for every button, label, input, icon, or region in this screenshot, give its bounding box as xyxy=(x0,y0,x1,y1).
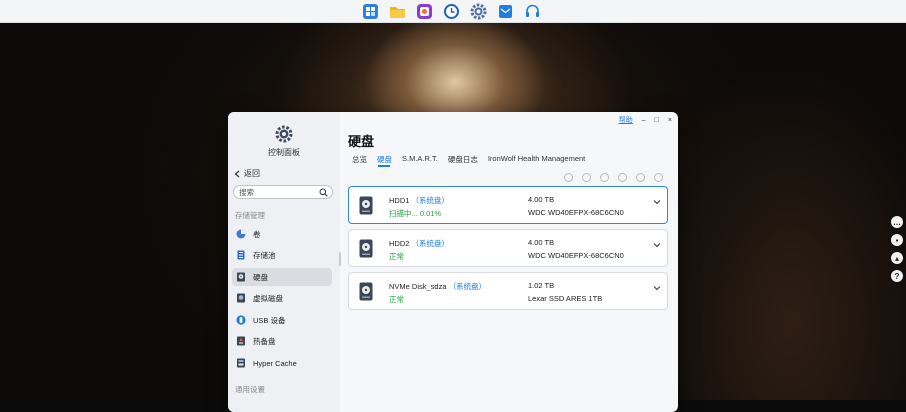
sidebar-item-label: 热备盘 xyxy=(253,336,276,346)
gear-icon[interactable] xyxy=(470,3,487,20)
sidebar-item-label: 卷 xyxy=(253,229,261,239)
hdd-icon xyxy=(359,196,373,215)
sidebar-item-label: 虚拟磁盘 xyxy=(253,293,283,303)
toolbar-action-4-icon[interactable] xyxy=(618,173,627,182)
toolbar-action-3-icon[interactable] xyxy=(600,173,609,182)
sidebar-item-label: Hyper Cache xyxy=(253,358,297,368)
chevron-down-icon[interactable] xyxy=(653,241,661,249)
hdd-icon xyxy=(359,282,373,301)
section-storage-management: 存储管理 xyxy=(235,211,265,220)
hyper-cache-icon xyxy=(236,358,246,368)
disk-toolbar xyxy=(564,173,663,182)
active-tab-indicator xyxy=(378,165,390,167)
minimize-button[interactable]: – xyxy=(642,117,646,124)
storage-pool-icon xyxy=(236,250,246,260)
sidebar-item-storage-pool[interactable]: 存储池 xyxy=(232,246,332,264)
hdd-icon xyxy=(236,272,246,282)
volume-icon xyxy=(236,229,246,239)
search-input[interactable] xyxy=(239,187,319,197)
disk-card-hdd1[interactable]: HDD1 （系统盘） 扫描中... 0.01% 4.00 TB WDC WD40… xyxy=(348,186,668,224)
app-center-icon[interactable] xyxy=(362,3,379,20)
disk-status: 扫描中... 0.01% xyxy=(389,209,442,218)
photos-icon[interactable] xyxy=(416,3,433,20)
chat-icon[interactable]: … xyxy=(891,216,903,228)
close-button[interactable]: × xyxy=(668,117,672,124)
disk-name: NVMe Disk_sdza （系统盘） xyxy=(389,282,487,291)
app-header: 控制面板 xyxy=(228,125,340,158)
chevron-left-icon xyxy=(234,170,240,177)
section-general-settings: 通用设置 xyxy=(235,385,265,394)
sidebar-item-label: USB 设备 xyxy=(253,315,286,325)
tab-hdd[interactable]: 硬盘 xyxy=(377,154,392,165)
sidebar-item-virtual-disk[interactable]: 虚拟磁盘 xyxy=(232,289,332,307)
chevron-down-icon[interactable] xyxy=(653,198,661,206)
sidebar-scrollbar[interactable] xyxy=(339,252,341,266)
sidebar-item-usb[interactable]: USB 设备 xyxy=(232,311,332,329)
disk-capacity: 4.00 TB xyxy=(528,238,555,247)
disk-card-hdd2[interactable]: HDD2 （系统盘） 正常 4.00 TB WDC WD40EFPX-68C6C… xyxy=(348,229,668,267)
search-icon[interactable] xyxy=(319,188,328,197)
toolbar-action-1-icon[interactable] xyxy=(564,173,573,182)
window-controls: 帮助 – □ × xyxy=(619,115,672,125)
app-title: 控制面板 xyxy=(268,148,300,157)
hdd-icon xyxy=(359,239,373,258)
tab-bar: 总览 硬盘 S.M.A.R.T. 硬盘日志 IronWolf Health Ma… xyxy=(352,154,585,165)
back-button[interactable]: 返回 xyxy=(234,168,260,179)
side-toolbar: … ▪ ▴ ? xyxy=(891,216,903,282)
hot-spare-icon xyxy=(236,336,246,346)
message-icon[interactable]: ▪ xyxy=(891,234,903,246)
disk-card-nvme[interactable]: NVMe Disk_sdza （系统盘） 正常 1.02 TB Lexar SS… xyxy=(348,272,668,310)
sidebar-item-label: 硬盘 xyxy=(253,272,268,282)
control-panel-window: 控制面板 返回 存储管理 卷 存储池 硬盘 虚拟磁盘 USB xyxy=(228,112,678,412)
sidebar-item-volume[interactable]: 卷 xyxy=(232,225,332,243)
headset-icon[interactable] xyxy=(524,3,541,20)
disk-status: 正常 xyxy=(389,295,404,304)
folder-icon[interactable] xyxy=(389,3,406,20)
tab-disk-log[interactable]: 硬盘日志 xyxy=(448,154,478,165)
back-label: 返回 xyxy=(244,169,260,178)
disk-capacity: 1.02 TB xyxy=(528,281,555,290)
sidebar: 控制面板 返回 存储管理 卷 存储池 硬盘 虚拟磁盘 USB xyxy=(228,112,341,412)
taskbar xyxy=(0,0,906,23)
toolbar-action-6-icon[interactable] xyxy=(654,173,663,182)
virtual-disk-icon xyxy=(236,293,246,303)
sidebar-item-hot-spare[interactable]: 热备盘 xyxy=(232,332,332,350)
disk-status: 正常 xyxy=(389,252,404,261)
disk-name: HDD1 （系统盘） xyxy=(389,196,450,205)
sidebar-item-label: 存储池 xyxy=(253,250,276,260)
tab-overview[interactable]: 总览 xyxy=(352,154,367,165)
disk-name: HDD2 （系统盘） xyxy=(389,239,450,248)
bell-icon[interactable]: ▴ xyxy=(891,252,903,264)
page-title: 硬盘 xyxy=(348,134,375,149)
disk-model: WDC WD40EFPX-68C6CN0 xyxy=(528,208,624,217)
control-panel-gear-icon xyxy=(275,125,293,143)
mail-icon[interactable] xyxy=(497,3,514,20)
help-icon[interactable]: ? xyxy=(891,270,903,282)
disk-model: Lexar SSD ARES 1TB xyxy=(528,294,603,303)
clock-icon[interactable] xyxy=(443,3,460,20)
toolbar-action-5-icon[interactable] xyxy=(636,173,645,182)
sidebar-item-hyper-cache[interactable]: Hyper Cache xyxy=(232,354,332,372)
toolbar-action-2-icon[interactable] xyxy=(582,173,591,182)
disk-capacity: 4.00 TB xyxy=(528,195,555,204)
chevron-down-icon[interactable] xyxy=(653,284,661,292)
tab-ironwolf[interactable]: IronWolf Health Management xyxy=(488,154,585,165)
disk-model: WDC WD40EFPX-68C6CN0 xyxy=(528,251,624,260)
usb-icon xyxy=(236,315,246,325)
sidebar-item-hdd[interactable]: 硬盘 xyxy=(232,268,332,286)
search-box xyxy=(233,185,333,199)
maximize-button[interactable]: □ xyxy=(655,117,659,124)
help-link[interactable]: 帮助 xyxy=(619,115,633,125)
tab-smart[interactable]: S.M.A.R.T. xyxy=(402,154,438,165)
